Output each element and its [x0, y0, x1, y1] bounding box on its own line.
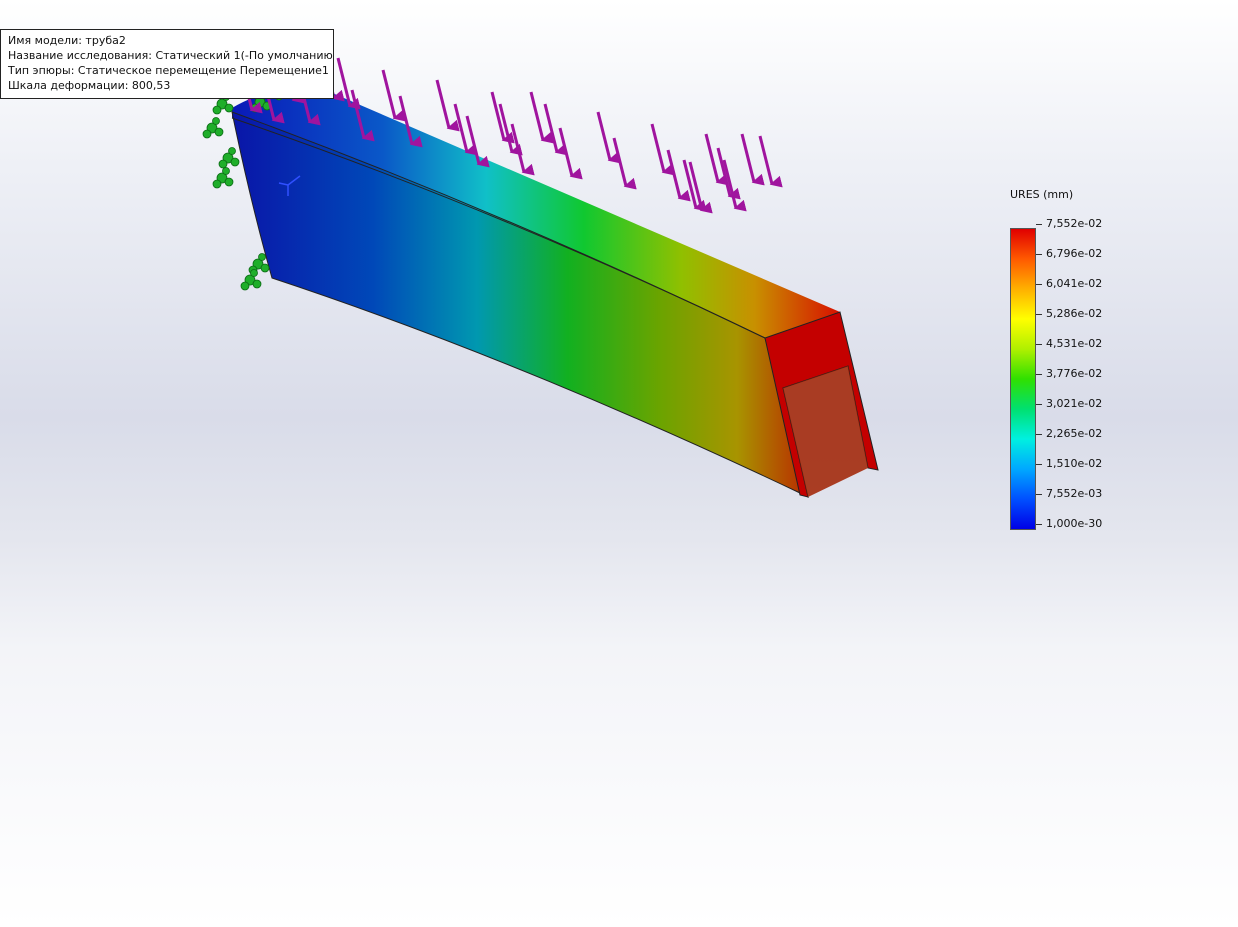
model-name-line: Имя модели: труба2: [8, 34, 126, 47]
load-arrow-icon: [740, 133, 765, 186]
fixture-icon: [240, 269, 262, 291]
load-arrow-icon: [558, 127, 583, 180]
legend-tick: [1036, 464, 1042, 465]
legend-color-bar[interactable]: [1010, 228, 1036, 530]
study-info-box: Имя модели: труба2 Название исследования…: [0, 29, 334, 99]
legend-tick: [1036, 314, 1042, 315]
legend-value: 1,000e-30: [1046, 517, 1103, 530]
load-arrow-icon: [612, 137, 637, 190]
legend-tick: [1036, 254, 1042, 255]
legend-tick: [1036, 224, 1042, 225]
legend-tick: [1036, 524, 1042, 525]
legend-value: 4,531e-02: [1046, 337, 1103, 350]
load-arrow-icon: [650, 123, 675, 176]
load-arrow-icon: [704, 133, 729, 186]
load-arrow-icon: [510, 123, 535, 176]
legend-value: 6,796e-02: [1046, 247, 1103, 260]
fixture-icon: [202, 117, 224, 139]
legend-value: 7,552e-03: [1046, 487, 1103, 500]
deformation-scale-line: Шкала деформации: 800,53: [8, 79, 171, 92]
load-arrow-icon: [666, 149, 691, 202]
legend-tick: [1036, 284, 1042, 285]
load-arrow-icon: [758, 135, 783, 188]
legend-tick: [1036, 404, 1042, 405]
legend-value: 3,021e-02: [1046, 397, 1103, 410]
load-arrow-icon: [381, 69, 406, 122]
fixture-icon: [212, 167, 234, 189]
legend-tick: [1036, 374, 1042, 375]
legend-value: 6,041e-02: [1046, 277, 1103, 290]
legend-tick: [1036, 434, 1042, 435]
legend-tick: [1036, 494, 1042, 495]
legend-value: 3,776e-02: [1046, 367, 1103, 380]
legend-value: 1,510e-02: [1046, 457, 1103, 470]
load-arrow-icon: [435, 79, 460, 132]
load-arrow-icon: [596, 111, 621, 164]
plot-type-line: Тип эпюры: Статическое перемещение Перем…: [8, 64, 329, 77]
load-arrow-icon: [543, 103, 568, 156]
fixture-icon: [218, 147, 240, 169]
load-arrow-icon: [453, 103, 478, 156]
legend-title: URES (mm): [1010, 188, 1074, 201]
legend-value: 2,265e-02: [1046, 427, 1103, 440]
legend-value: 7,552e-02: [1046, 217, 1103, 230]
load-arrow-icon: [529, 91, 554, 144]
study-name-line: Название исследования: Статический 1(-По…: [8, 49, 334, 62]
legend-tick: [1036, 344, 1042, 345]
legend-value: 5,286e-02: [1046, 307, 1103, 320]
